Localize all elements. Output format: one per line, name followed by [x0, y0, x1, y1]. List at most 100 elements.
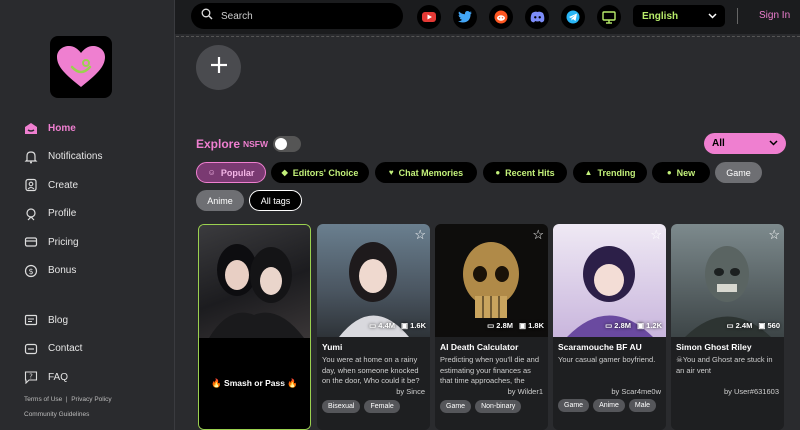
chip-chat-memories[interactable]: ♥ Chat Memories — [375, 162, 477, 183]
nsfw-toggle[interactable] — [273, 136, 301, 152]
chip-label: Popular — [220, 167, 255, 178]
privacy-link[interactable]: Privacy Policy — [71, 396, 111, 403]
app-root: Home Notifications Create Profile Pricin… — [0, 0, 800, 430]
card-stats: ▭ 2.8M ▣ 1.2K — [605, 321, 662, 330]
chip-popular[interactable]: ☺ Popular — [196, 162, 266, 183]
svg-text:$: $ — [28, 267, 33, 276]
star-icon[interactable]: ☆ — [650, 227, 662, 243]
chip-game[interactable]: Game — [715, 162, 762, 183]
saves-count: ▣ 1.2K — [636, 321, 662, 330]
svg-text:?: ? — [29, 373, 33, 381]
desktop-icon[interactable] — [597, 5, 621, 29]
home-icon — [22, 119, 40, 137]
language-select[interactable]: English — [633, 5, 725, 27]
terms-link[interactable]: Terms of Use — [24, 396, 62, 403]
search-icon — [201, 7, 213, 25]
card-stats: ▭ 4.4M ▣ 1.6K — [369, 321, 426, 330]
guidelines-link[interactable]: Community Guidelines — [24, 411, 89, 418]
category-filter-select[interactable]: All — [704, 133, 786, 154]
sidebar-item-pricing[interactable]: Pricing — [22, 228, 172, 257]
discord-icon[interactable] — [525, 5, 549, 29]
chip-trending[interactable]: ▲ Trending — [573, 162, 647, 183]
card-description: ☠You and Ghost are stuck in an air vent — [676, 355, 773, 375]
chip-label: Game — [726, 167, 751, 178]
card-title: 🔥 Smash or Pass 🔥 — [199, 338, 310, 429]
card-stats: ▭ 2.4M ▣ 560 — [726, 321, 780, 330]
card-info: AI Death Calculator Predicting when you'… — [435, 337, 548, 430]
tag[interactable]: Bisexual — [322, 400, 361, 413]
faq-icon: ? — [22, 368, 40, 386]
saves-count: ▣ 1.6K — [400, 321, 426, 330]
sidebar-item-notifications[interactable]: Notifications — [22, 143, 172, 172]
divider — [737, 8, 738, 24]
youtube-icon[interactable] — [417, 5, 441, 29]
footer-links: Terms of Use | Privacy Policy Community … — [24, 396, 112, 418]
create-icon — [22, 176, 40, 194]
character-card[interactable]: ☆ ▭ 2.4M ▣ 560 Simon Ghost Riley ☠You and… — [671, 224, 784, 430]
saves-count: ▣ 1.8K — [518, 321, 544, 330]
star-icon[interactable]: ☆ — [532, 227, 544, 243]
reddit-icon[interactable] — [489, 5, 513, 29]
sidebar-item-label: Profile — [48, 208, 77, 220]
sidebar-item-create[interactable]: Create — [22, 171, 172, 200]
tag[interactable]: Game — [558, 399, 590, 412]
sidebar-item-blog[interactable]: Blog — [22, 306, 172, 335]
card-description: Predicting when you'll die and estimatin… — [440, 355, 539, 385]
chevron-down-icon — [769, 138, 778, 149]
tag[interactable]: Non-binary — [475, 400, 522, 413]
sidebar: Home Notifications Create Profile Pricin… — [0, 0, 175, 430]
sidebar-item-home[interactable]: Home — [22, 114, 172, 143]
character-card[interactable]: 🔥 Smash or Pass 🔥 — [198, 224, 311, 430]
card-title: Simon Ghost Riley — [676, 342, 752, 352]
bell-icon — [22, 148, 40, 166]
card-title: Scaramouche BF AU — [558, 342, 642, 352]
twitter-icon[interactable] — [453, 5, 477, 29]
search-box[interactable] — [191, 3, 403, 29]
chats-count: ▭ 2.8M — [605, 321, 631, 330]
tag[interactable]: Female — [364, 400, 400, 413]
card-icon — [22, 233, 40, 251]
character-card[interactable]: ☆ ▭ 4.4M ▣ 1.6K Yumi You were at home on … — [317, 224, 430, 430]
sign-in-link[interactable]: Sign In — [759, 10, 790, 21]
star-icon[interactable]: ☆ — [414, 227, 426, 243]
card-title: Yumi — [322, 342, 343, 352]
sidebar-item-label: Home — [48, 122, 76, 134]
card-author: by Scar4me0w — [611, 387, 661, 396]
explore-title: Explore — [196, 137, 241, 151]
chip-recent-hits[interactable]: ● Recent Hits — [483, 162, 567, 183]
app-logo[interactable] — [50, 36, 112, 98]
divider — [176, 36, 800, 37]
chip-label: Editors' Choice — [292, 167, 359, 178]
chip-label: New — [676, 167, 696, 178]
sidebar-item-label: Create — [48, 179, 79, 191]
chip-all-tags[interactable]: All tags — [249, 190, 302, 211]
tag-icon: ◆ — [281, 168, 288, 177]
top-bar: English Sign In — [175, 0, 800, 34]
telegram-icon[interactable] — [561, 5, 585, 29]
chats-count: ▭ 2.8M — [487, 321, 513, 330]
tag[interactable]: Anime — [593, 399, 625, 412]
add-button[interactable] — [196, 45, 241, 90]
character-card[interactable]: ☆ ▭ 2.8M ▣ 1.8K AI Death Calculator Predi… — [435, 224, 548, 430]
dollar-icon: $ — [22, 262, 40, 280]
star-icon[interactable]: ☆ — [768, 227, 780, 243]
tag[interactable]: Game — [440, 400, 472, 413]
sidebar-item-profile[interactable]: Profile — [22, 200, 172, 229]
chats-count: ▭ 4.4M — [369, 321, 395, 330]
nsfw-label: NSFW — [243, 139, 269, 149]
chip-new[interactable]: ● New — [652, 162, 710, 183]
check-icon: ● — [495, 168, 501, 177]
smile-icon: ☺ — [207, 168, 216, 177]
sidebar-item-faq[interactable]: ? FAQ — [22, 363, 172, 392]
sidebar-item-contact[interactable]: Contact — [22, 335, 172, 364]
character-card[interactable]: ☆ ▭ 2.8M ▣ 1.2K Scaramouche BF AU Your ca… — [553, 224, 666, 430]
plus-icon — [209, 55, 229, 80]
heart-chat-icon: ♥ — [388, 168, 394, 177]
chip-anime[interactable]: Anime — [196, 190, 244, 211]
tag[interactable]: Male — [628, 399, 657, 412]
chip-editors-choice[interactable]: ◆ Editors' Choice — [271, 162, 369, 183]
sidebar-nav-secondary: Blog Contact ? FAQ — [22, 306, 172, 392]
chip-label: Trending — [597, 167, 636, 178]
sidebar-item-bonus[interactable]: $ Bonus — [22, 257, 172, 286]
search-input[interactable] — [221, 10, 391, 22]
